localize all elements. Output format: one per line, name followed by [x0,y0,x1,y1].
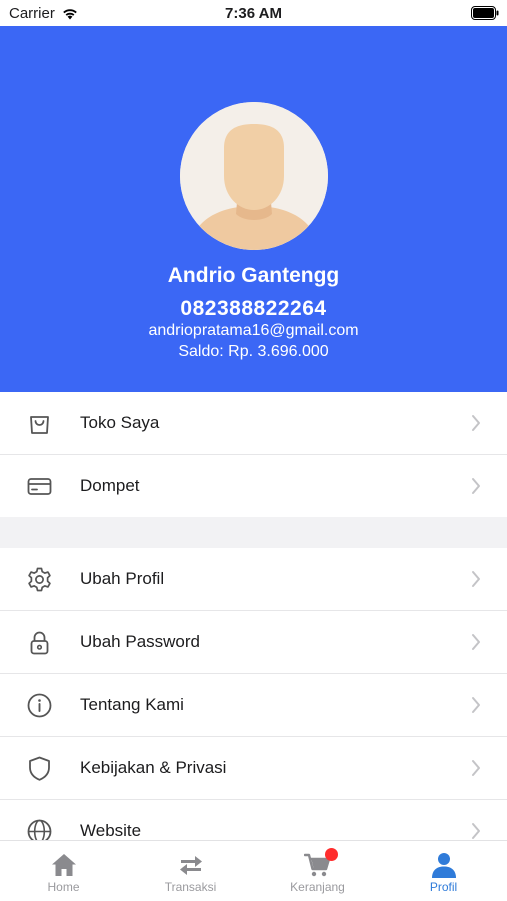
status-bar: Carrier 7:36 AM [0,0,507,26]
tab-label-profil: Profil [429,880,458,894]
cart-icon-wrapper [303,848,338,879]
tab-label-home: Home [47,880,80,894]
credit-card-icon [27,478,52,495]
menu-item-toko-saya[interactable]: Toko Saya [0,392,507,455]
profile-header: Andrio Gantengg 082388822264 andrioprata… [0,26,507,392]
menu-label-dompet: Dompet [80,476,140,495]
tab-keranjang[interactable]: Keranjang [254,841,381,901]
gear-icon [28,567,51,592]
chevron-right-icon [472,823,480,839]
chevron-right-icon [472,697,480,713]
chevron-right-icon [472,478,480,494]
profile-name: Andrio Gantengg [167,264,340,287]
tab-home[interactable]: Home [0,841,127,901]
tab-profil[interactable]: Profil [380,841,507,901]
menu-label-kebijakan-privasi: Kebijakan & Privasi [80,758,227,777]
chevron-right-icon [472,760,480,776]
avatar[interactable] [180,102,328,250]
swap-arrows-icon [179,856,202,875]
avatar-placeholder-icon [180,102,328,250]
menu-label-website: Website [80,821,142,840]
tab-label-transaksi: Transaksi [164,880,217,894]
cart-badge [324,848,338,861]
home-icon [51,854,76,876]
section-separator [0,517,507,548]
lock-icon [30,631,49,655]
menu-item-ubah-profil[interactable]: Ubah Profil [0,548,507,611]
menu-item-dompet[interactable]: Dompet [0,455,507,518]
battery-icon [471,6,499,20]
shopping-bag-icon [30,416,49,434]
tab-transaksi[interactable]: Transaksi [127,841,254,901]
chevron-right-icon [472,415,480,431]
menu-item-kebijakan-privasi[interactable]: Kebijakan & Privasi [0,737,507,800]
profile-email: andriopratama16@gmail.com [148,322,359,339]
menu-label-ubah-password: Ubah Password [80,632,201,651]
status-time: 7:36 AM [225,5,282,22]
user-icon [431,853,456,878]
chevron-right-icon [472,571,480,587]
menu-label-ubah-profil: Ubah Profil [80,569,165,588]
tab-label-keranjang: Keranjang [290,880,345,894]
menu-item-ubah-password[interactable]: Ubah Password [0,611,507,674]
menu-label-toko-saya: Toko Saya [80,413,160,432]
profile-balance: Saldo: Rp. 3.696.000 [178,343,329,360]
shield-icon [29,756,50,781]
menu-item-tentang-kami[interactable]: Tentang Kami [0,674,507,737]
info-icon [27,693,52,718]
profile-phone: 082388822264 [180,297,327,320]
tab-bar: Home Transaksi Keranjang Profil [0,840,507,900]
chevron-right-icon [472,634,480,650]
menu-label-tentang-kami: Tentang Kami [80,695,184,714]
